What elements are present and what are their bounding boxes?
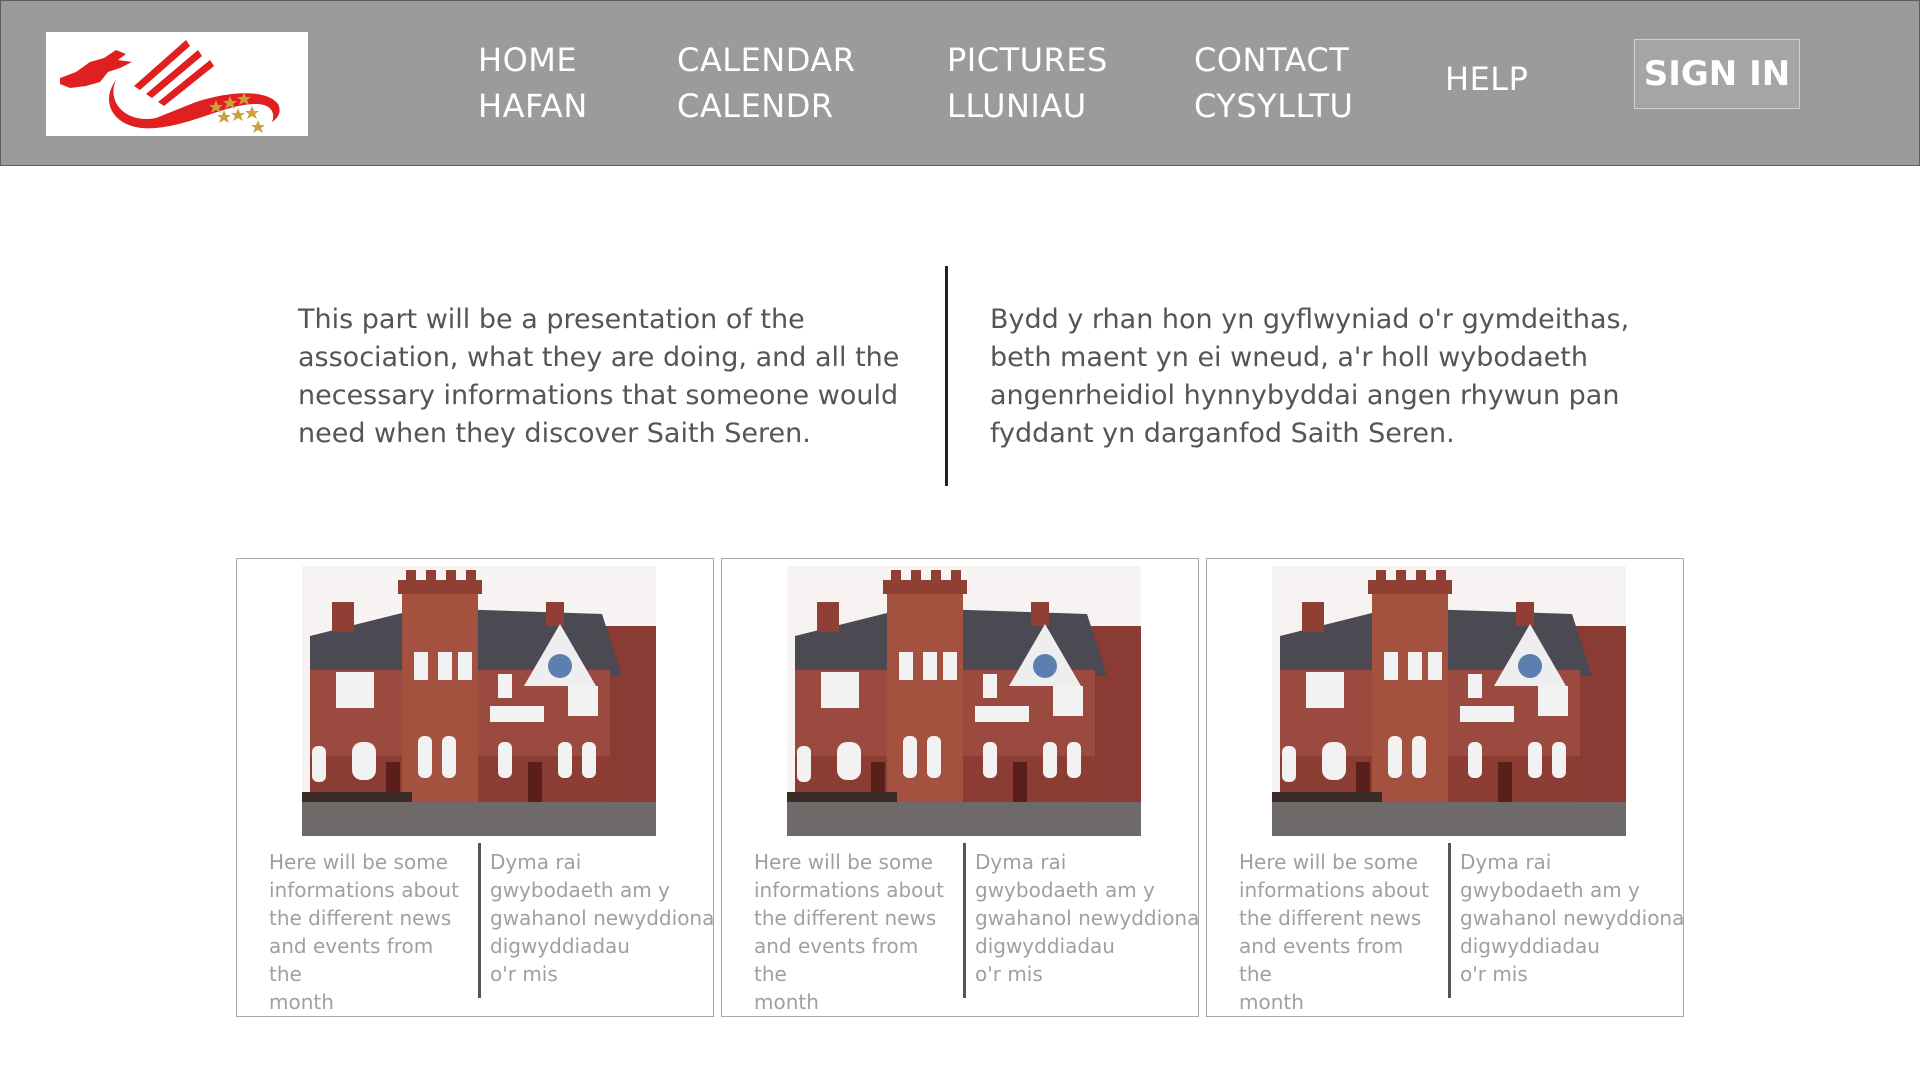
card-text-welsh: Dyma rai gwybodaeth am y gwahanol newydd… bbox=[975, 848, 1205, 988]
card-photo bbox=[302, 566, 656, 836]
nav-calendar-en: CALENDAR bbox=[677, 41, 856, 79]
card-photo bbox=[787, 566, 1141, 836]
nav-contact-cy: CYSYLLTU bbox=[1194, 87, 1354, 125]
nav-pictures-cy: LLUNIAU bbox=[947, 87, 1087, 125]
nav-contact[interactable]: CONTACT CYSYLLTU bbox=[1194, 37, 1353, 129]
news-card[interactable]: Here will be some informations about the… bbox=[236, 558, 714, 1017]
sign-in-button[interactable]: SIGN IN bbox=[1634, 39, 1800, 109]
card-line: Dyma rai bbox=[490, 850, 582, 874]
intro-text-english: This part will be a presentation of the … bbox=[298, 304, 900, 449]
card-divider bbox=[478, 843, 481, 998]
card-line: gwahanol newyddiona bbox=[490, 906, 715, 930]
dragon-logo-icon bbox=[60, 40, 280, 133]
card-line: digwyddiadau bbox=[1460, 934, 1600, 958]
nav-home-cy: HAFAN bbox=[478, 87, 588, 125]
card-text-english: Here will be some informations about the… bbox=[754, 848, 954, 1016]
card-text-welsh: Dyma rai gwybodaeth am y gwahanol newydd… bbox=[1460, 848, 1690, 988]
card-line: Dyma rai bbox=[1460, 850, 1552, 874]
nav-help[interactable]: HELP bbox=[1445, 56, 1528, 102]
card-line: the different news bbox=[1239, 906, 1422, 930]
card-photo bbox=[1272, 566, 1626, 836]
intro-text-welsh: Bydd y rhan hon yn gyflwyniad o'r gymdei… bbox=[990, 304, 1630, 449]
card-line: and events from the bbox=[754, 934, 919, 986]
card-line: gwybodaeth am y bbox=[1460, 878, 1640, 902]
card-line: month bbox=[269, 990, 334, 1014]
card-divider bbox=[1448, 843, 1451, 998]
card-line: informations about bbox=[754, 878, 944, 902]
nav-contact-en: CONTACT bbox=[1194, 41, 1350, 79]
card-line: Dyma rai bbox=[975, 850, 1067, 874]
card-text-welsh: Dyma rai gwybodaeth am y gwahanol newydd… bbox=[490, 848, 720, 988]
logo[interactable] bbox=[46, 32, 308, 136]
card-divider bbox=[963, 843, 966, 998]
nav-pictures[interactable]: PICTURES LLUNIAU bbox=[947, 37, 1108, 129]
nav-home[interactable]: HOME HAFAN bbox=[478, 37, 588, 129]
nav-pictures-en: PICTURES bbox=[947, 41, 1108, 79]
intro-divider bbox=[945, 266, 948, 486]
card-line: o'r mis bbox=[490, 962, 558, 986]
card-text-english: Here will be some informations about the… bbox=[269, 848, 469, 1016]
nav-calendar-cy: CALENDR bbox=[677, 87, 834, 125]
card-line: gwybodaeth am y bbox=[490, 878, 670, 902]
card-line: Here will be some bbox=[269, 850, 448, 874]
card-line: o'r mis bbox=[975, 962, 1043, 986]
card-line: digwyddiadau bbox=[490, 934, 630, 958]
card-line: informations about bbox=[1239, 878, 1429, 902]
nav-home-en: HOME bbox=[478, 41, 578, 79]
top-nav-bar: HOME HAFAN CALENDAR CALENDR PICTURES LLU… bbox=[0, 0, 1920, 166]
card-line: the different news bbox=[754, 906, 937, 930]
card-line: gwahanol newyddiona bbox=[1460, 906, 1685, 930]
card-line: o'r mis bbox=[1460, 962, 1528, 986]
card-line: gwybodaeth am y bbox=[975, 878, 1155, 902]
card-line: month bbox=[754, 990, 819, 1014]
card-line: and events from the bbox=[1239, 934, 1404, 986]
card-line: informations about bbox=[269, 878, 459, 902]
card-text-english: Here will be some informations about the… bbox=[1239, 848, 1439, 1016]
card-line: Here will be some bbox=[1239, 850, 1418, 874]
card-line: Here will be some bbox=[754, 850, 933, 874]
nav-calendar[interactable]: CALENDAR CALENDR bbox=[677, 37, 855, 129]
news-card[interactable]: Here will be some informations about the… bbox=[721, 558, 1199, 1017]
news-card[interactable]: Here will be some informations about the… bbox=[1206, 558, 1684, 1017]
card-line: and events from the bbox=[269, 934, 434, 986]
card-line: gwahanol newyddiona bbox=[975, 906, 1200, 930]
card-line: digwyddiadau bbox=[975, 934, 1115, 958]
card-line: the different news bbox=[269, 906, 452, 930]
card-line: month bbox=[1239, 990, 1304, 1014]
